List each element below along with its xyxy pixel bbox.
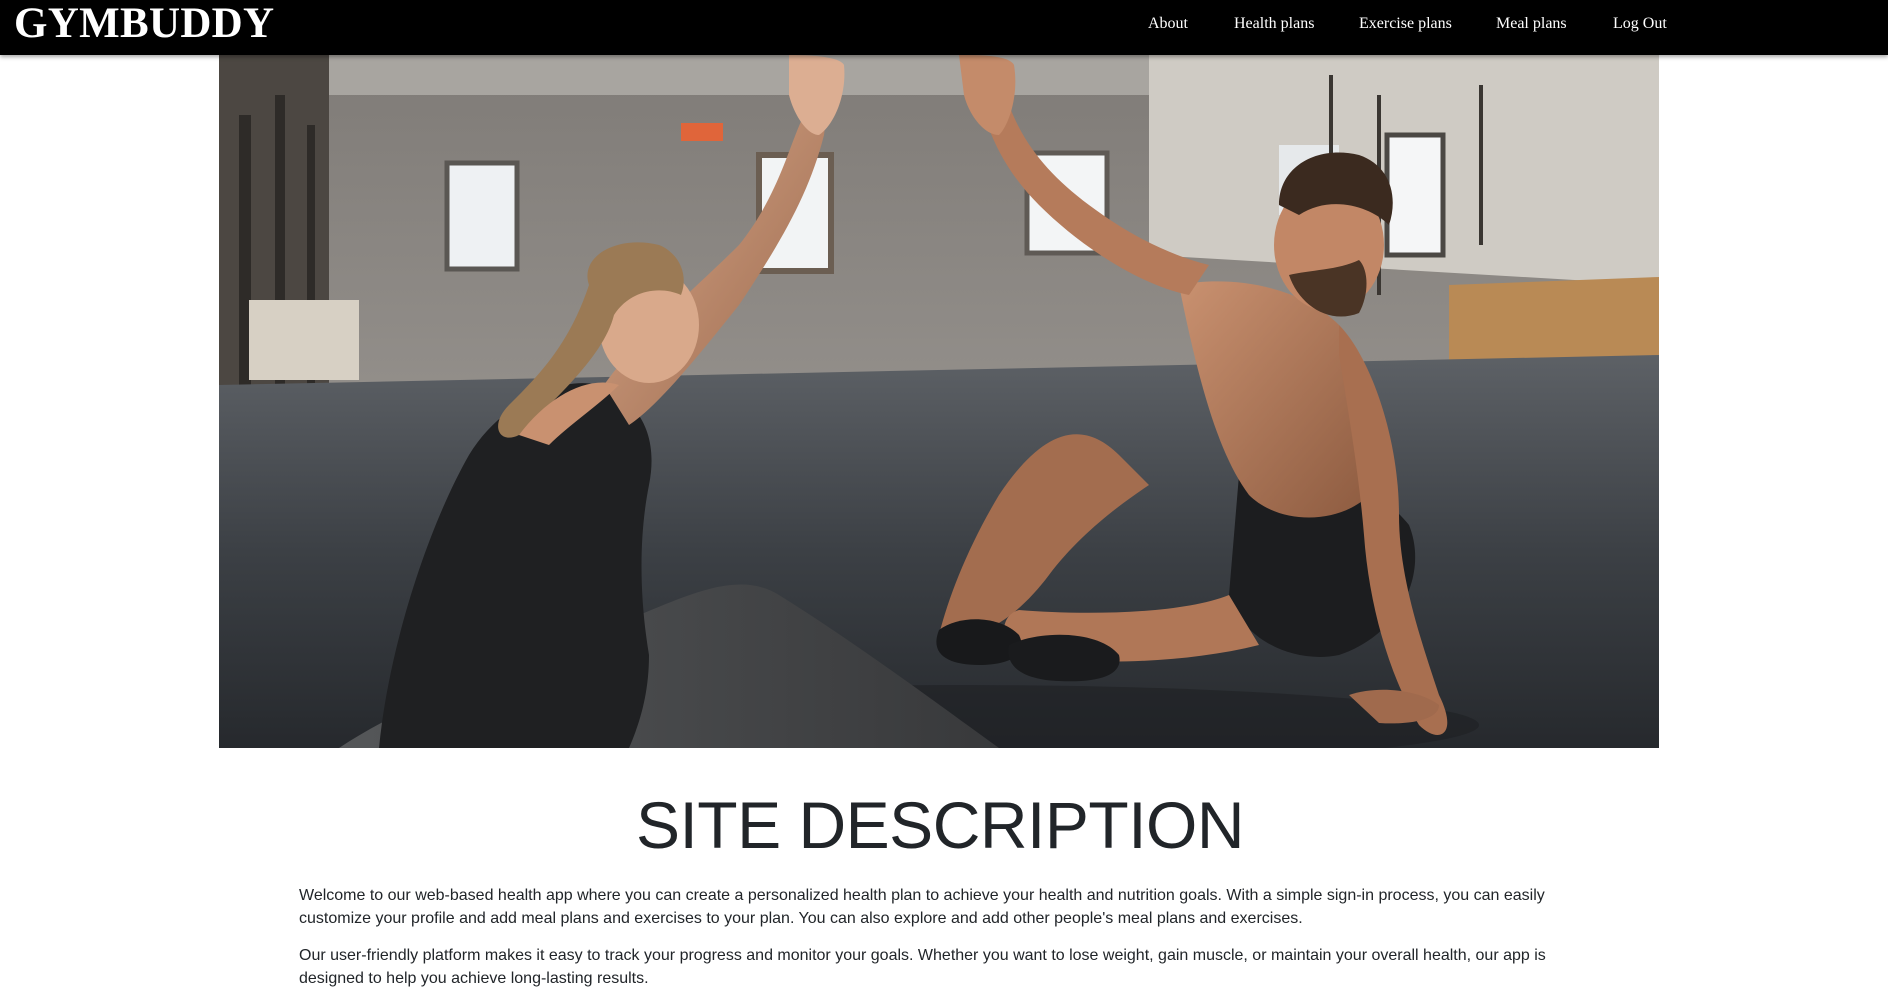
nav-link-about[interactable]: About: [1148, 15, 1188, 32]
nav-item-meal-plans: Meal plans: [1496, 14, 1613, 34]
main-content: SITE DESCRIPTION Welcome to our web-base…: [299, 780, 1581, 990]
nav-link-log-out[interactable]: Log Out: [1613, 15, 1667, 32]
nav-link-exercise-plans[interactable]: Exercise plans: [1359, 15, 1452, 32]
hero-photo-illustration: [219, 55, 1659, 748]
description-paragraph-2: Our user-friendly platform makes it easy…: [299, 947, 1546, 987]
nav-item-exercise-plans: Exercise plans: [1359, 14, 1496, 34]
nav-links: About Health plans Exercise plans Meal p…: [1148, 14, 1673, 34]
top-navbar: GYMBUDDY About Health plans Exercise pla…: [0, 0, 1888, 55]
nav-link-health-plans[interactable]: Health plans: [1234, 15, 1314, 32]
brand-logo[interactable]: GYMBUDDY: [14, 1, 274, 47]
hero-image: [219, 55, 1659, 748]
site-description-title: SITE DESCRIPTION: [635, 788, 1245, 862]
nav-item-log-out: Log Out: [1613, 14, 1673, 34]
description-paragraph-1: Welcome to our web-based health app wher…: [299, 887, 1545, 927]
nav-item-about: About: [1148, 14, 1234, 34]
nav-link-meal-plans[interactable]: Meal plans: [1496, 15, 1567, 32]
nav-item-health-plans: Health plans: [1234, 14, 1359, 34]
